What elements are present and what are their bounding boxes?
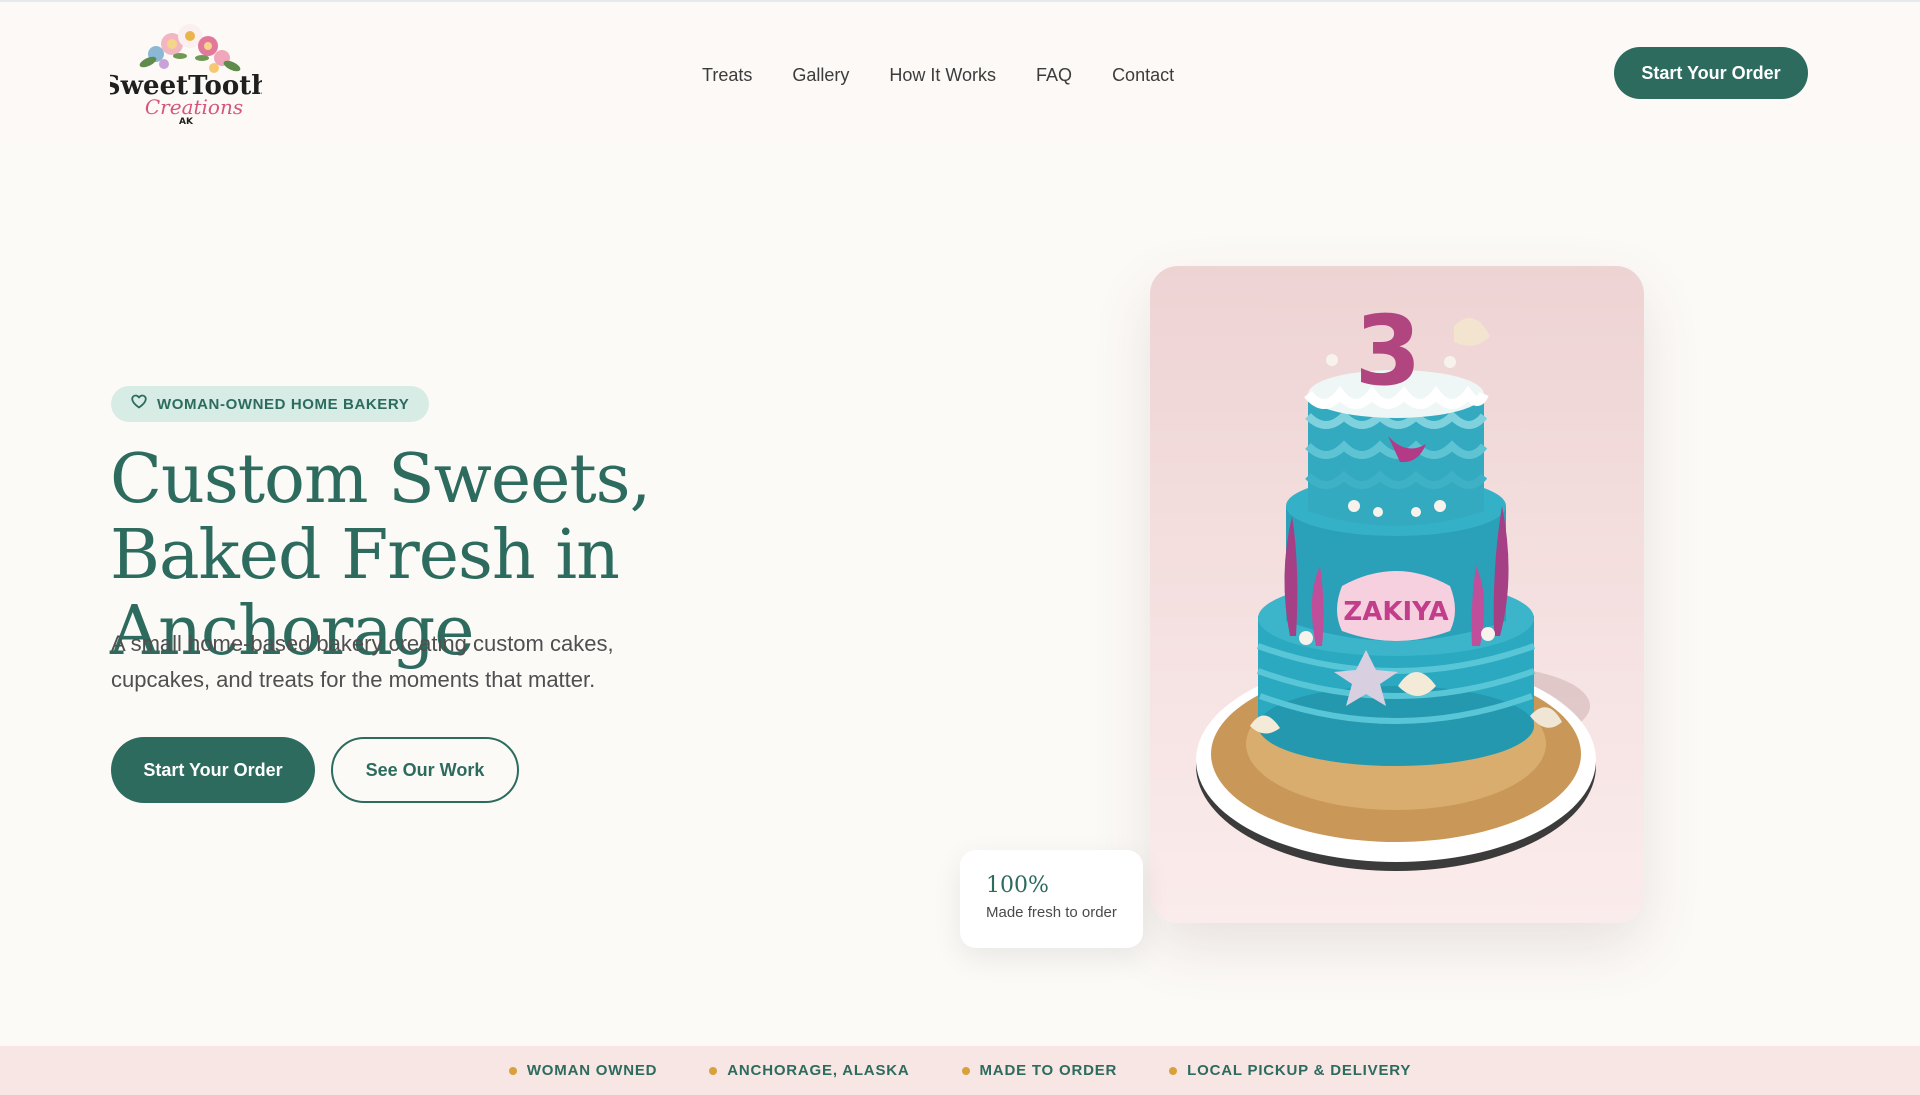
- feature-strip: WOMAN OWNED ANCHORAGE, ALASKA MADE TO OR…: [0, 1046, 1920, 1095]
- main-nav: Treats Gallery How It Works FAQ Contact: [702, 60, 1174, 90]
- strip-item-label: MADE TO ORDER: [979, 1062, 1118, 1079]
- cake-illustration: ZAKIYA 3: [1196, 295, 1596, 871]
- strip-item-location: ANCHORAGE, ALASKA: [709, 1062, 909, 1079]
- bullet-dot-icon: [961, 1066, 970, 1075]
- bullet-dot-icon: [709, 1066, 718, 1075]
- hero-cake-image: ZAKIYA 3: [1150, 266, 1644, 923]
- stat-label: Made fresh to order: [986, 904, 1117, 921]
- strip-item-label: ANCHORAGE, ALASKA: [727, 1062, 910, 1079]
- strip-item-made-to-order: MADE TO ORDER: [961, 1062, 1118, 1079]
- hero-subtitle: A small home-based bakery creating custo…: [111, 631, 614, 692]
- cake-topper-text: 3: [1355, 295, 1422, 407]
- brand-logo[interactable]: SweetTooth Creations AK: [102, 22, 270, 127]
- nav-link-gallery[interactable]: Gallery: [792, 60, 849, 90]
- bullet-dot-icon: [508, 1066, 517, 1075]
- strip-item-label: LOCAL PICKUP & DELIVERY: [1187, 1062, 1412, 1079]
- logo-region: AK: [179, 117, 194, 126]
- strip-item-woman-owned: WOMAN OWNED: [508, 1062, 658, 1079]
- hero-start-order-button[interactable]: Start Your Order: [111, 737, 315, 803]
- bullet-dot-icon: [1169, 1066, 1178, 1075]
- strip-item-label: WOMAN OWNED: [526, 1062, 658, 1079]
- stat-value: 100%: [986, 873, 1049, 898]
- hero-badge-label: WOMAN-OWNED HOME BAKERY: [157, 395, 410, 413]
- site-header: SweetTooth Creations AK Treats Gallery H…: [0, 2, 1920, 146]
- nav-link-faq[interactable]: FAQ: [1036, 60, 1072, 90]
- logo-artwork: SweetTooth Creations AK: [102, 24, 270, 127]
- logo-script: Creations: [145, 95, 243, 119]
- see-our-work-button[interactable]: See Our Work: [331, 737, 519, 803]
- heart-outline-icon: [131, 394, 147, 414]
- nav-link-treats[interactable]: Treats: [702, 60, 752, 90]
- stat-card: 100% Made fresh to order: [960, 850, 1143, 948]
- cake-name-text: ZAKIYA: [1343, 597, 1448, 627]
- strip-item-pickup-delivery: LOCAL PICKUP & DELIVERY: [1169, 1062, 1411, 1079]
- hero-badge: WOMAN-OWNED HOME BAKERY: [111, 386, 430, 422]
- nav-link-contact[interactable]: Contact: [1112, 60, 1174, 90]
- header-start-order-button[interactable]: Start Your Order: [1614, 47, 1808, 99]
- nav-link-how-it-works[interactable]: How It Works: [889, 60, 996, 90]
